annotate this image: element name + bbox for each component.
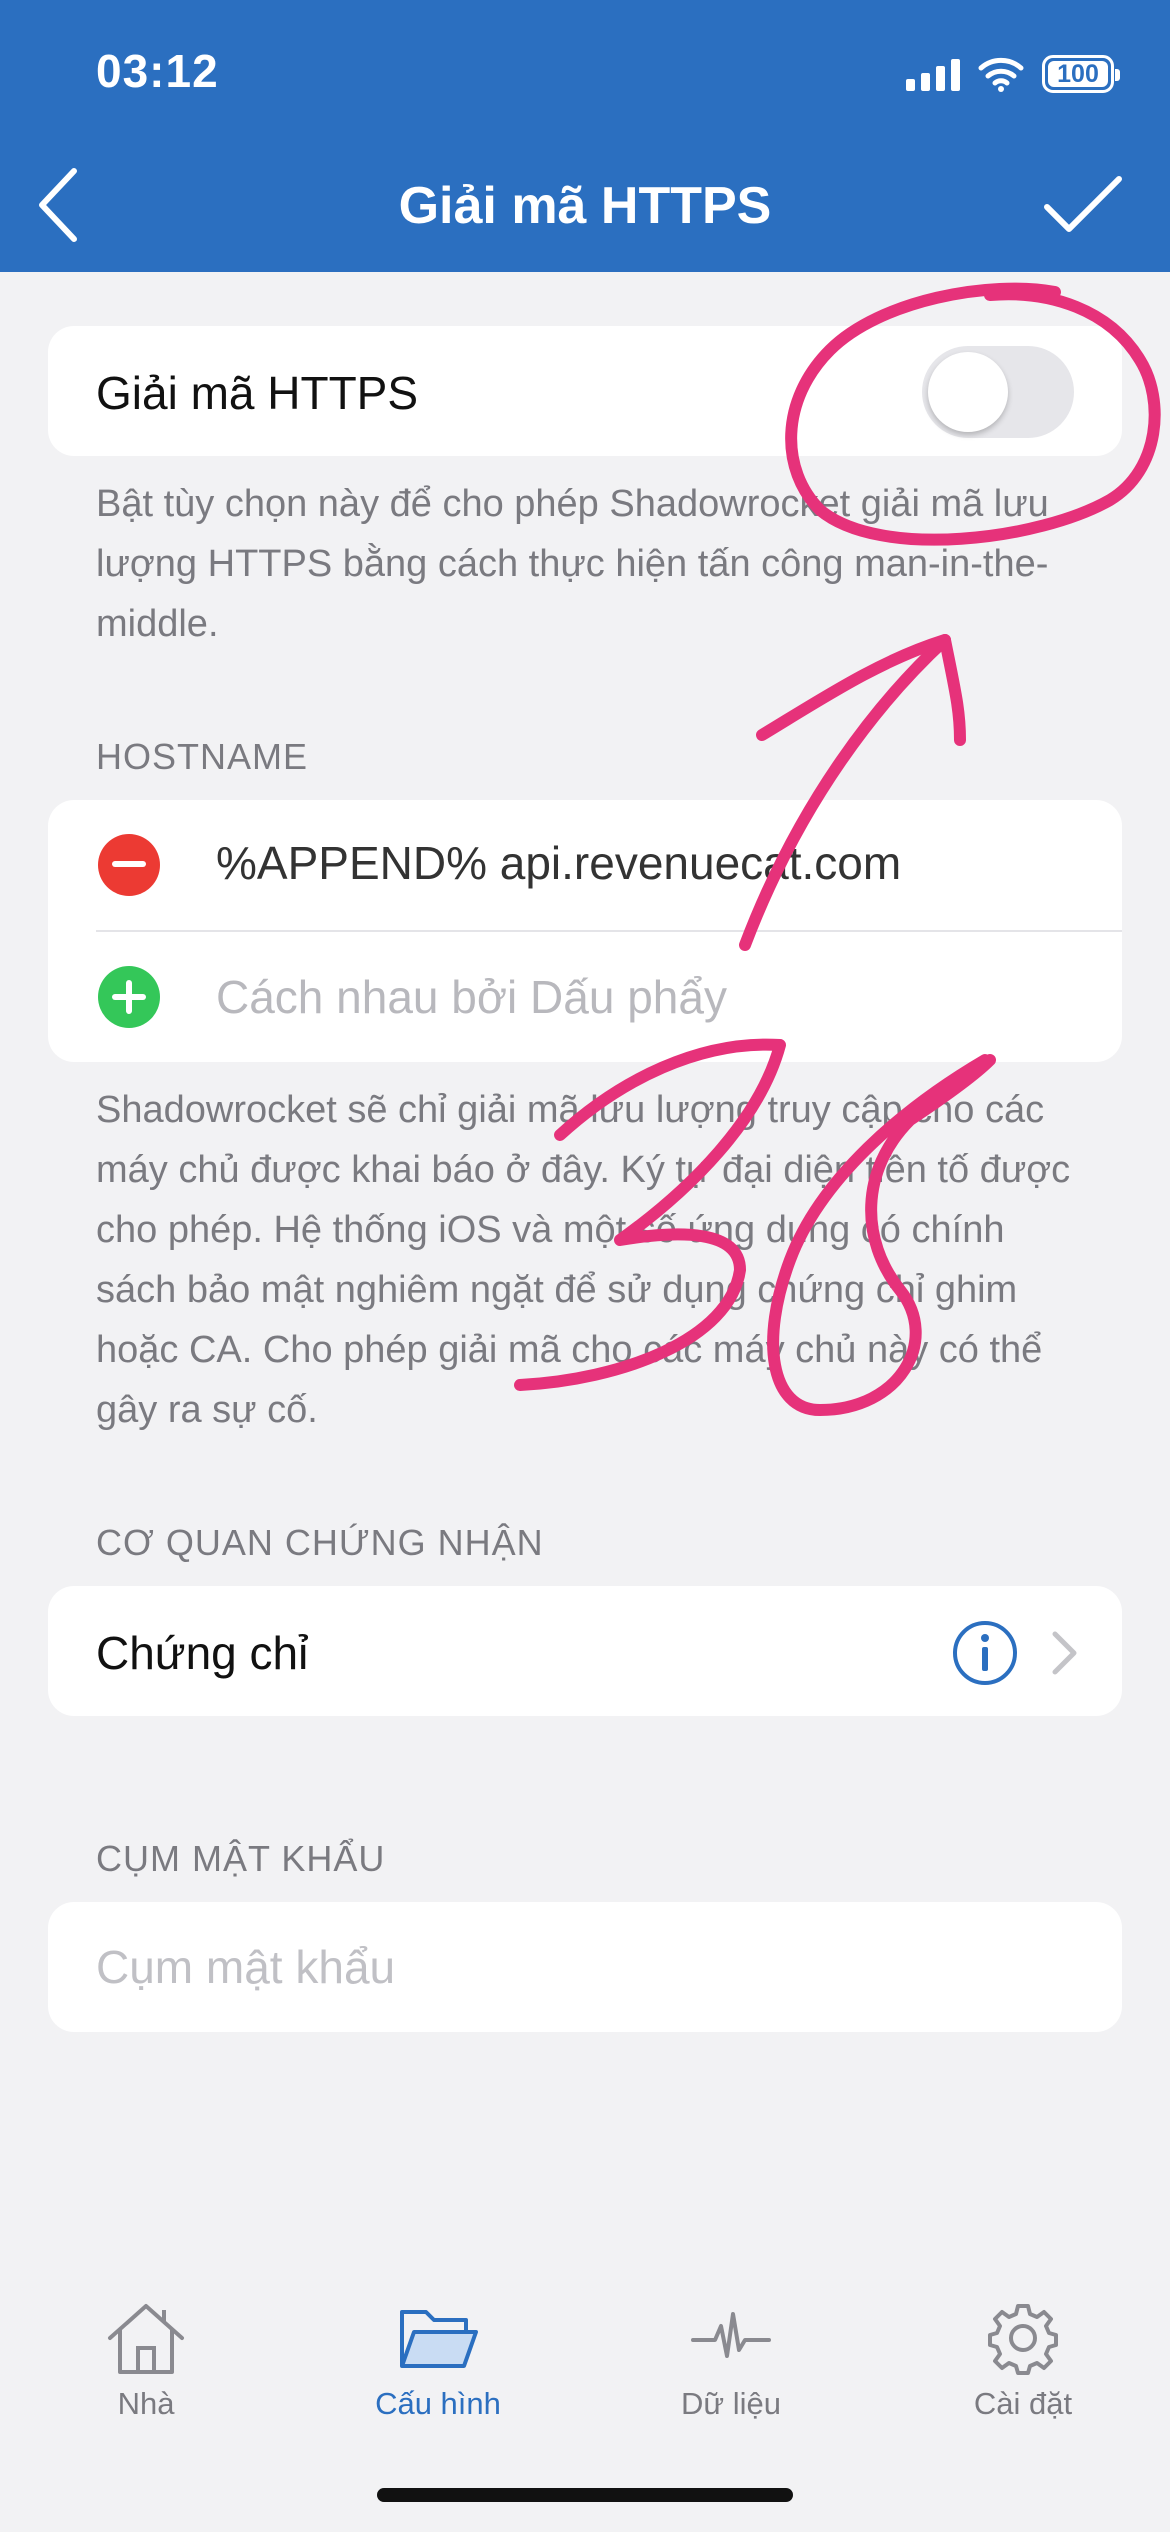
tab-home[interactable]: Nhà <box>26 2300 266 2450</box>
decrypt-footnote: Bật tùy chọn này để cho phép Shadowrocke… <box>96 483 1049 645</box>
folder-icon <box>400 2310 478 2368</box>
ca-header: CƠ QUAN CHỨNG NHẬN <box>96 1522 544 1563</box>
certificate-row[interactable]: Chứng chỉ <box>48 1586 1122 1716</box>
passphrase-input[interactable] <box>96 1932 1076 2002</box>
tab-data[interactable]: Dữ liệu <box>611 2300 851 2450</box>
status-icons: 100 <box>906 50 1120 98</box>
save-button[interactable] <box>1038 170 1128 240</box>
hostname-add-row <box>48 932 1122 1062</box>
page-title: Giải mã HTTPS <box>398 177 772 235</box>
hostname-input[interactable] <box>216 962 1076 1032</box>
activity-icon <box>691 2312 771 2358</box>
tab-home-label: Nhà <box>117 2386 175 2421</box>
remove-hostname-button[interactable] <box>98 834 160 896</box>
passphrase-header: CỤM MẬT KHẨU <box>96 1838 386 1879</box>
tab-config-label: Cấu hình <box>375 2386 501 2421</box>
status-time: 03:12 <box>96 45 219 97</box>
navigation-bar: 03:12 100 Giải mã HTTPS <box>0 0 1170 272</box>
annotation-arrow-head <box>756 634 966 746</box>
tab-data-label: Dữ liệu <box>680 2386 781 2421</box>
cellular-signal-icon <box>906 57 960 91</box>
battery-icon: 100 <box>1042 55 1120 93</box>
plus-icon <box>112 980 146 1014</box>
wifi-icon <box>978 57 1024 92</box>
house-icon <box>108 2304 184 2374</box>
add-hostname-button[interactable] <box>98 966 160 1028</box>
passphrase-row <box>48 1902 1122 2032</box>
battery-level: 100 <box>1057 59 1099 88</box>
hostname-header: HOSTNAME <box>96 736 309 777</box>
tab-config[interactable]: Cấu hình <box>318 2300 558 2450</box>
hostname-list: %APPEND% api.revenuecat.com <box>48 800 1122 1062</box>
gear-icon <box>988 2304 1058 2375</box>
info-icon[interactable] <box>952 1620 1018 1686</box>
home-indicator <box>377 2488 793 2502</box>
chevron-right-icon <box>1052 1631 1077 1675</box>
decrypt-https-toggle[interactable] <box>922 346 1074 438</box>
hostname-entry-text[interactable]: %APPEND% api.revenuecat.com <box>216 836 901 890</box>
minus-icon <box>112 861 146 867</box>
checkmark-icon <box>1044 176 1122 232</box>
hostname-footnote: Shadowrocket sẽ chỉ giải mã lưu lượng tr… <box>96 1089 1071 1431</box>
decrypt-https-label: Giải mã HTTPS <box>96 367 419 419</box>
tab-settings-label: Cài đặt <box>973 2386 1073 2421</box>
decrypt-https-row: Giải mã HTTPS <box>48 326 1122 456</box>
hostname-entry: %APPEND% api.revenuecat.com <box>48 800 1122 932</box>
certificate-label: Chứng chỉ <box>96 1627 309 1679</box>
tab-settings[interactable]: Cài đặt <box>903 2300 1143 2450</box>
toggle-knob <box>928 352 1008 432</box>
